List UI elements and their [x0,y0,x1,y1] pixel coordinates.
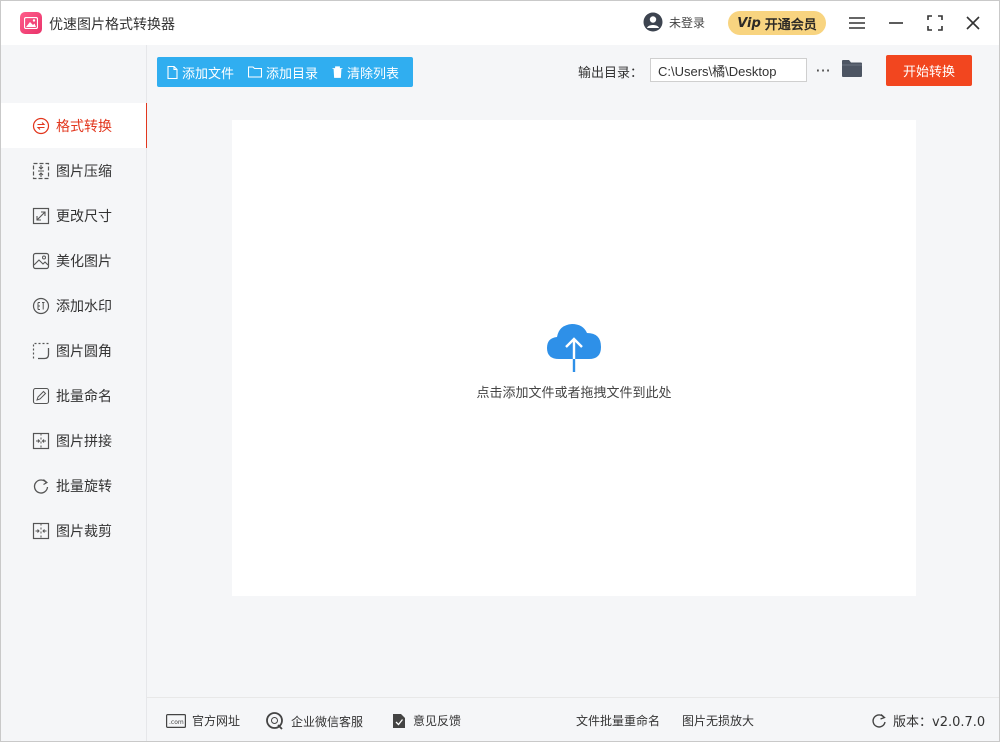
menu-icon [849,17,865,29]
compress-icon [32,162,50,179]
clear-list-label: 清除列表 [347,66,400,82]
sidebar-item-rounded-corner[interactable]: 图片圆角 [1,328,147,373]
login-button[interactable]: 未登录 [643,12,705,32]
sidebar-item-label: 批量旋转 [56,478,112,495]
sidebar-item-label: 批量命名 [56,388,112,405]
version-info[interactable]: 版本：v2.0.7.0 [871,711,985,730]
browse-more-button[interactable]: ··· [813,58,833,82]
feedback-label: 意见反馈 [413,714,462,728]
sidebar-item-label: 添加水印 [56,298,112,315]
drop-hint: 点击添加文件或者拖拽文件到此处 [476,386,672,401]
file-drop-zone[interactable]: 点击添加文件或者拖拽文件到此处 [232,120,916,596]
footer: .com 官方网址 企业微信客服 意见反馈 文件批量重命名 图片无损放大 版本：… [147,697,999,741]
batch-rename-label: 文件批量重命名 [576,714,661,728]
output-dir-label: 输出目录： [578,66,644,81]
sidebar-item-label: 图片圆角 [56,343,112,360]
maximize-icon [927,15,943,31]
open-folder-button[interactable] [841,59,863,79]
toolbar: 添加文件 添加目录 清除列表 输出目录： ··· 开始转换 [147,45,999,101]
sidebar-item-compress[interactable]: 图片压缩 [1,148,147,193]
add-file-label: 添加文件 [182,66,235,82]
app-title: 优速图片格式转换器 [49,17,175,33]
official-website-label: 官方网址 [192,714,241,728]
svg-text:.com: .com [169,719,184,726]
close-icon [966,16,980,30]
minimize-button[interactable] [884,11,908,35]
file-actions-group: 添加文件 添加目录 清除列表 [157,57,413,87]
website-icon: .com [166,713,186,728]
refresh-icon [872,713,886,728]
rotate-icon [33,478,49,494]
sidebar-item-stitch[interactable]: 图片拼接 [1,418,147,463]
sidebar-item-label: 更改尺寸 [56,208,112,225]
app-logo-icon [20,12,42,34]
rounded-corner-icon [32,342,50,359]
sidebar-item-crop[interactable]: 图片裁剪 [1,508,147,553]
feedback-link[interactable]: 意见反馈 [391,712,461,729]
sidebar-item-format-convert[interactable]: 格式转换 [1,103,148,148]
rename-icon [32,387,50,404]
clear-list-button[interactable]: 清除列表 [332,63,399,82]
crop-icon [32,522,50,539]
watermark-icon [32,297,50,314]
app-window: 优速图片格式转换器 未登录 Vip 开通会员 格式转换 图片压缩 更改尺寸 美化… [0,0,1000,742]
maximize-button[interactable] [923,11,947,35]
beautify-icon [32,252,50,269]
sidebar-item-beautify[interactable]: 美化图片 [1,238,147,283]
wechat-service-label: 企业微信客服 [291,714,364,729]
sidebar: 格式转换 图片压缩 更改尺寸 美化图片 添加水印 图片圆角 批量命名 图片拼接 [1,45,148,741]
lossless-zoom-link[interactable]: 图片无损放大 [682,712,754,729]
wechat-icon [266,712,283,730]
sidebar-item-label: 图片拼接 [56,433,112,450]
sidebar-item-label: 图片压缩 [56,163,112,180]
menu-button[interactable] [845,11,869,35]
version-label: 版本：v2.0.7.0 [893,715,986,730]
add-folder-button[interactable]: 添加目录 [248,63,318,82]
batch-rename-link[interactable]: 文件批量重命名 [576,712,660,729]
main-content: 点击添加文件或者拖拽文件到此处 [147,101,999,693]
login-label: 未登录 [669,15,706,30]
vip-label: 开通会员 [764,17,817,33]
folder-icon [842,60,862,77]
wechat-service-link[interactable]: 企业微信客服 [265,712,363,730]
vip-icon: Vip [737,15,761,31]
sidebar-item-label: 格式转换 [56,118,112,135]
close-button[interactable] [961,11,985,35]
sidebar-item-label: 图片裁剪 [56,523,112,540]
feedback-icon [393,713,405,728]
official-website-link[interactable]: .com 官方网址 [166,712,240,729]
lossless-zoom-label: 图片无损放大 [682,714,755,728]
start-convert-button[interactable]: 开始转换 [886,55,972,86]
sidebar-item-batch-rotate[interactable]: 批量旋转 [1,463,147,508]
add-folder-label: 添加目录 [266,66,319,82]
file-icon [167,65,178,79]
sidebar-item-watermark[interactable]: 添加水印 [1,283,147,328]
sidebar-item-resize[interactable]: 更改尺寸 [1,193,147,238]
output-dir-input[interactable] [650,58,807,82]
resize-icon [32,207,50,224]
trash-icon [332,66,343,78]
sidebar-item-label: 美化图片 [56,253,112,270]
sidebar-item-batch-rename[interactable]: 批量命名 [1,373,147,418]
vip-button[interactable]: Vip 开通会员 [728,11,826,35]
convert-icon [32,117,50,134]
stitch-icon [32,432,50,449]
cloud-upload-icon [547,324,601,372]
user-icon [643,12,663,32]
minimize-icon [889,22,903,24]
folder-outline-icon [248,66,263,78]
title-bar: 优速图片格式转换器 未登录 Vip 开通会员 [1,1,999,45]
add-file-button[interactable]: 添加文件 [167,63,234,82]
